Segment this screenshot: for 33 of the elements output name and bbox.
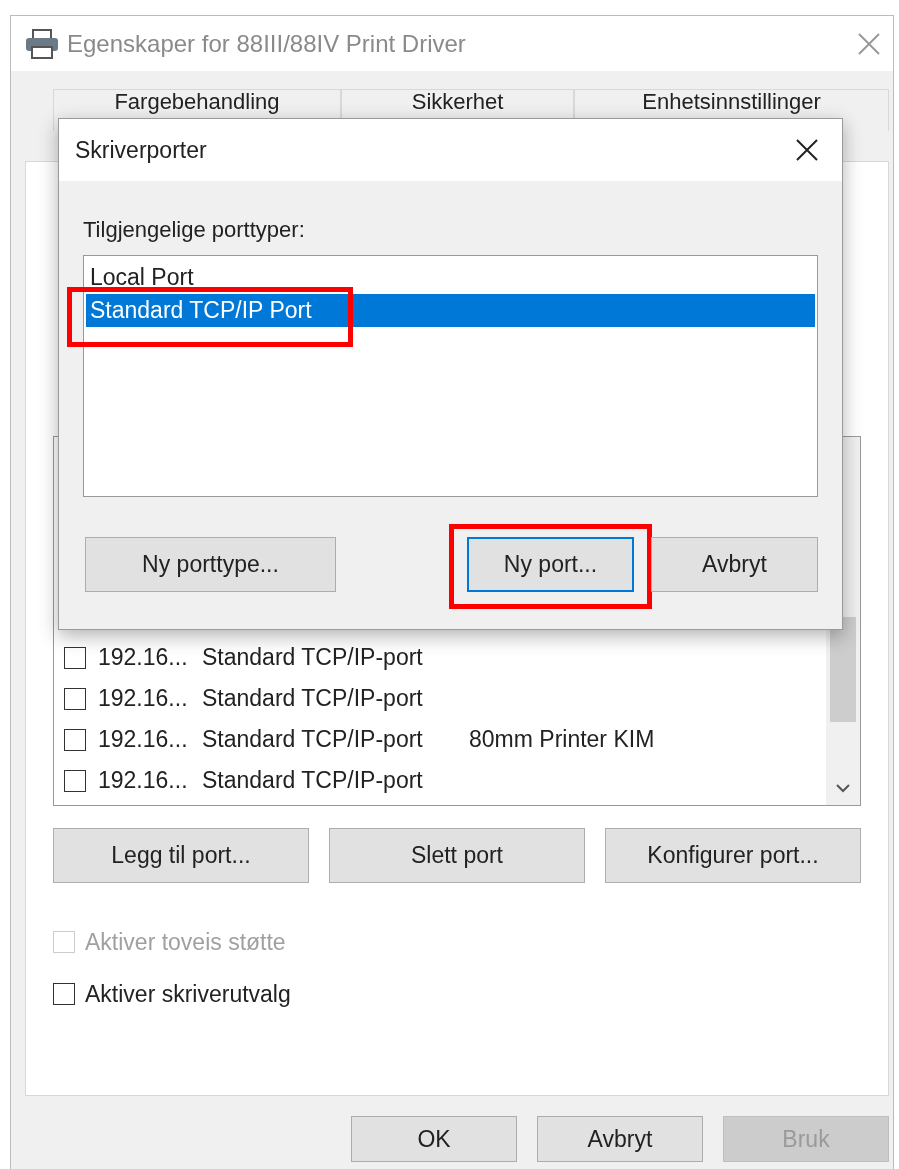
list-item[interactable]: Local Port	[86, 261, 815, 294]
scrollbar-thumb[interactable]	[830, 617, 856, 722]
dialog-button[interactable]: Ny porttype...	[85, 537, 336, 592]
printer-icon	[25, 28, 59, 59]
window-title: Egenskaper for 88III/88IV Print Driver	[67, 29, 467, 58]
table-cell-text: Standard TCP/IP-port	[202, 726, 424, 753]
checkbox-label: Aktiver skriverutvalg	[85, 980, 291, 1008]
checkbox[interactable]	[64, 646, 86, 669]
port-button[interactable]: Legg til port...	[53, 828, 309, 883]
table-cell-text: 192.16...	[98, 644, 189, 671]
dialog-title: Skriverporter	[75, 136, 207, 164]
checkbox[interactable]	[64, 769, 86, 792]
table-cell-text: Standard TCP/IP-port	[202, 685, 424, 712]
list-label: Tilgjengelige porttyper:	[83, 217, 306, 243]
close-icon[interactable]	[796, 139, 818, 161]
port-button[interactable]: Slett port	[329, 828, 585, 883]
table-cell-text: Standard TCP/IP-port	[202, 644, 424, 671]
list-item[interactable]: Standard TCP/IP Port	[86, 294, 815, 327]
checkbox[interactable]	[53, 983, 75, 1005]
dialog-button[interactable]: Ny port...	[467, 537, 634, 592]
dialog-button[interactable]: Avbryt	[651, 537, 818, 592]
table-cell-text: 192.16...	[98, 726, 189, 753]
chevron-down-icon[interactable]	[836, 784, 850, 793]
table-cell-text: 192.16...	[98, 685, 189, 712]
table-cell-text: Standard TCP/IP-port	[202, 767, 424, 794]
table-cell: 80mm Printer KIM	[469, 726, 655, 753]
dialog-button[interactable]: OK	[351, 1116, 517, 1162]
dialog-button[interactable]: Avbryt	[537, 1116, 703, 1162]
checkbox-label: Aktiver toveis støtte	[85, 928, 286, 956]
checkbox[interactable]	[64, 687, 86, 710]
table-cell-text: 192.16...	[98, 767, 189, 794]
checkbox[interactable]	[64, 728, 86, 751]
port-button[interactable]: Konfigurer port...	[605, 828, 861, 883]
